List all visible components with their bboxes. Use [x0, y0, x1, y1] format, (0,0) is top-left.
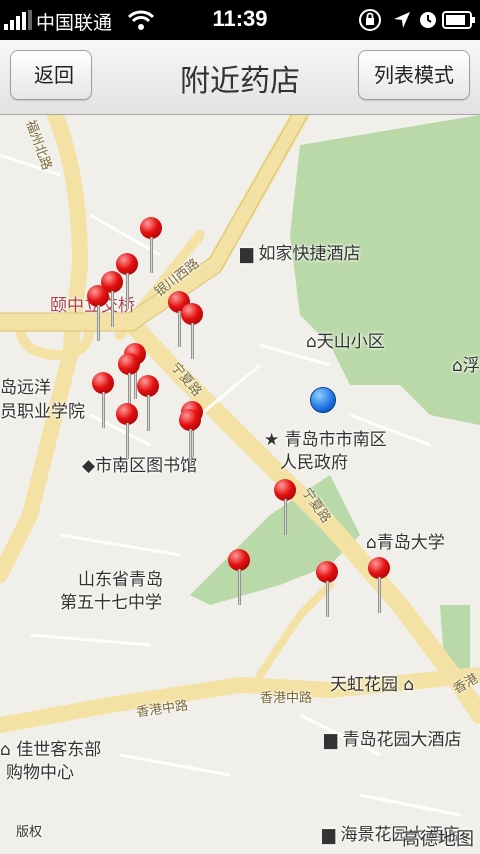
rotation-lock-icon — [359, 9, 381, 31]
poi-school-line1[interactable]: 山东省青岛 — [78, 565, 163, 590]
pharmacy-pin[interactable] — [87, 285, 109, 345]
road-xianggang-2: 香港中路 — [260, 691, 313, 706]
poi-jiashike-line2[interactable]: 购物中心 — [6, 758, 74, 783]
map-view[interactable]: ▆ 如家快捷酒店 ⌂天山小区 颐中立交桥 岛远洋 员职业学院 ◆市南区图书馆 ★… — [0, 115, 480, 854]
pharmacy-pin[interactable] — [368, 557, 390, 617]
pharmacy-pin[interactable] — [274, 479, 296, 539]
poi-jiashike-line1[interactable]: ⌂ 佳世客东部 — [0, 735, 101, 760]
signal-icon — [4, 10, 32, 30]
poi-qingdao-university[interactable]: ⌂青岛大学 — [366, 528, 445, 553]
wifi-icon — [128, 10, 154, 30]
gaode-logo: 高德地图 — [402, 829, 474, 850]
pharmacy-pin[interactable] — [137, 375, 159, 435]
pharmacy-pin[interactable] — [316, 561, 338, 621]
alarm-icon — [420, 12, 436, 28]
pharmacy-pin[interactable] — [179, 409, 201, 469]
pharmacy-pin[interactable] — [116, 403, 138, 463]
poi-ruijia-hotel[interactable]: ▆ 如家快捷酒店 — [240, 239, 360, 264]
poi-gov-line1[interactable]: ★ 青岛市市南区 — [264, 425, 387, 450]
poi-yuanyang-line1[interactable]: 岛远洋 — [0, 373, 51, 398]
pharmacy-pin[interactable] — [181, 303, 203, 363]
current-location-marker — [310, 387, 336, 413]
poi-school-line2[interactable]: 第五十七中学 — [60, 588, 162, 613]
poi-tianshan[interactable]: ⌂天山小区 — [306, 327, 385, 352]
status-bar: 中国联通 11:39 — [0, 0, 480, 40]
location-arrow-icon — [394, 12, 410, 28]
poi-gov-line2[interactable]: 人民政府 — [280, 448, 348, 473]
pharmacy-pin[interactable] — [92, 372, 114, 432]
poi-qd-hotel[interactable]: ▆ 青岛花园大酒店 — [324, 725, 461, 750]
copyright-link[interactable]: 版权 — [16, 821, 42, 840]
list-mode-button[interactable]: 列表模式 — [358, 50, 470, 100]
pharmacy-pin[interactable] — [228, 549, 250, 609]
poi-yuanyang-line2[interactable]: 员职业学院 — [0, 397, 85, 422]
battery-icon — [442, 11, 475, 29]
pharmacy-pin[interactable] — [140, 217, 162, 277]
navigation-bar: 返回 附近药店 列表模式 — [0, 40, 480, 115]
poi-tianhong[interactable]: 天虹花园 ⌂ — [330, 670, 414, 695]
poi-fu[interactable]: ⌂浮 — [452, 351, 480, 376]
